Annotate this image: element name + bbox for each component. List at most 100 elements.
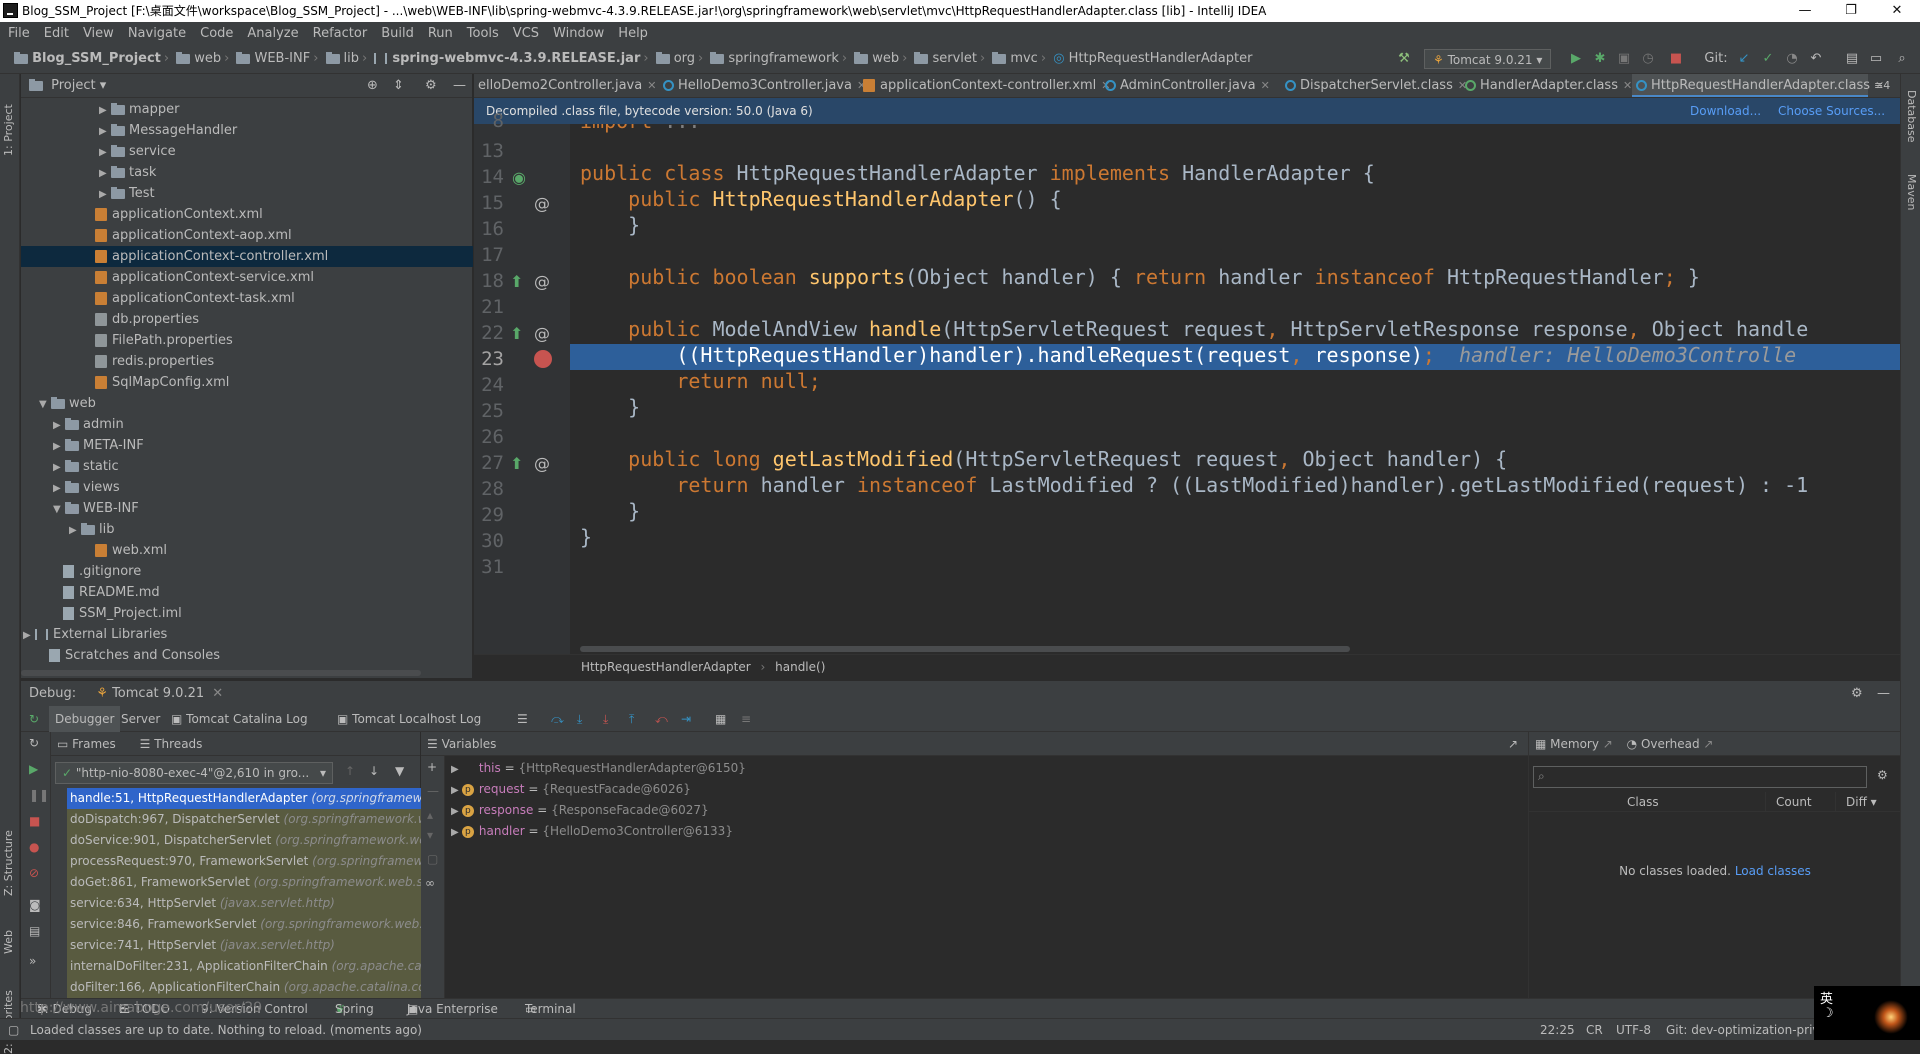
stop-icon[interactable]: ■ xyxy=(1668,51,1684,67)
breadcrumb-jar[interactable]: spring-webmvc-4.3.9.RELEASE.jar xyxy=(392,44,640,74)
search-icon[interactable]: ⌕ xyxy=(1894,51,1910,67)
stack-frame-row[interactable]: service:634, HttpServlet (javax.servlet.… xyxy=(67,893,421,914)
tab-hellodemo3-controller[interactable]: HelloDemo3Controller.java ✕ xyxy=(659,74,866,97)
run-icon[interactable]: ▶ xyxy=(1568,51,1584,67)
rerun-icon[interactable]: ↻ xyxy=(29,706,39,732)
editor-gutter[interactable]: 8 13 14 15 16 17 18 21 22 23 24 25 26 27… xyxy=(474,110,570,654)
overrides-marker-icon[interactable]: ⬆ xyxy=(510,454,523,473)
maven-tool-tab[interactable]: Maven xyxy=(1905,174,1918,210)
maximize-button[interactable]: ❐ xyxy=(1828,0,1874,22)
breadcrumb-mvc[interactable]: mvc xyxy=(1010,44,1038,74)
close-icon[interactable]: ✕ xyxy=(1261,79,1270,92)
menu-edit[interactable]: Edit xyxy=(36,23,75,45)
camera-icon[interactable]: ◙ xyxy=(29,898,41,912)
tree-item[interactable]: ▼ web xyxy=(21,393,473,414)
tree-item[interactable]: applicationContext-task.xml xyxy=(21,288,473,309)
up-arrow-icon[interactable]: ↑ xyxy=(345,764,355,778)
trace-icon[interactable]: ≡ xyxy=(741,706,751,732)
collapsed-arrow-icon[interactable]: ▶ xyxy=(53,415,65,436)
tab-handler-adapter[interactable]: HandlerAdapter.class ✕ xyxy=(1461,74,1632,97)
tree-item[interactable]: FilePath.properties xyxy=(21,330,473,351)
coverage-icon[interactable]: ▣ xyxy=(1616,51,1632,67)
hide-icon[interactable]: — xyxy=(453,74,466,98)
tab-dispatcher-servlet[interactable]: DispatcherServlet.class ✕ xyxy=(1281,74,1467,97)
hide-icon[interactable]: — xyxy=(1877,681,1890,707)
collapsed-arrow-icon[interactable]: ▶ xyxy=(99,142,111,163)
close-icon[interactable]: ✕ xyxy=(212,686,223,701)
ime-indicator[interactable]: 英 xyxy=(1820,988,1833,1007)
debug-session-tab[interactable]: Tomcat 9.0.21 xyxy=(112,686,204,701)
column-class[interactable]: Class xyxy=(1627,792,1659,812)
tree-item[interactable]: applicationContext.xml xyxy=(21,204,473,225)
breadcrumb-lib[interactable]: lib xyxy=(344,44,359,74)
gear-icon[interactable]: ⚙ xyxy=(1877,768,1888,782)
git-update-icon[interactable]: ↙ xyxy=(1736,51,1752,67)
tab-admin-controller[interactable]: AdminController.java ✕ xyxy=(1101,74,1281,97)
stack-frame-row[interactable]: doFilter:166, ApplicationFilterChain (or… xyxy=(67,977,421,998)
stack-frame-row[interactable]: service:846, FrameworkServlet (org.sprin… xyxy=(67,914,421,935)
profile-icon[interactable]: ◷ xyxy=(1640,51,1656,67)
git-commit-icon[interactable]: ✓ xyxy=(1760,51,1776,67)
tree-item[interactable]: db.properties xyxy=(21,309,473,330)
restore-layout-icon[interactable]: ↗ xyxy=(1508,732,1518,756)
collapsed-arrow-icon[interactable]: ▶ xyxy=(451,764,462,775)
collapsed-arrow-icon[interactable]: ▶ xyxy=(53,478,65,499)
thread-selector[interactable]: ✓ "http-nio-8080-exec-4"@2,610 in gro...… xyxy=(55,762,333,784)
breadcrumb-springframework[interactable]: springframework xyxy=(728,44,838,74)
gear-icon[interactable]: ⚙ xyxy=(1851,681,1863,707)
menu-vcs[interactable]: VCS xyxy=(505,23,545,45)
resume-icon[interactable]: ▶ xyxy=(29,762,38,776)
stack-frame-row[interactable]: doService:901, DispatcherServlet (org.sp… xyxy=(67,830,421,851)
menu-file[interactable]: File xyxy=(0,23,36,45)
tree-item[interactable]: SqlMapConfig.xml xyxy=(21,372,473,393)
tree-item[interactable]: ▶ lib xyxy=(21,519,473,540)
menu-help[interactable]: Help xyxy=(610,23,654,45)
tree-item[interactable]: ▼ WEB-INF xyxy=(21,498,473,519)
stack-frame-row[interactable]: doGet:861, FrameworkServlet (org.springf… xyxy=(67,872,421,893)
collapsed-arrow-icon[interactable]: ▶ xyxy=(99,100,111,121)
menu-run[interactable]: Run xyxy=(420,23,459,45)
step-out-icon[interactable]: ⤒ xyxy=(629,706,634,732)
tree-item[interactable]: redis.properties xyxy=(21,351,473,372)
git-branch[interactable]: Git: dev-optimization-priv xyxy=(1666,1019,1820,1041)
frames-tab[interactable]: Frames xyxy=(72,737,116,751)
status-message[interactable]: Loaded classes are up to date. Nothing t… xyxy=(30,1019,422,1041)
drop-frame-icon[interactable]: ⤺ xyxy=(655,706,668,732)
breakpoint-icon[interactable] xyxy=(534,350,552,368)
menu-view[interactable]: View xyxy=(75,23,120,45)
menu-analyze[interactable]: Analyze xyxy=(239,23,304,45)
stack-frame-row[interactable]: doDispatch:967, DispatcherServlet (org.s… xyxy=(67,809,421,830)
force-step-into-icon[interactable]: ⤓ xyxy=(603,706,608,732)
collapsed-arrow-icon[interactable]: ▶ xyxy=(451,827,462,838)
menu-window[interactable]: Window xyxy=(545,23,610,45)
project-structure-icon[interactable]: ▤ xyxy=(1844,51,1860,67)
collapsed-arrow-icon[interactable]: ▶ xyxy=(53,436,65,457)
mute-breakpoints-icon[interactable]: ⊘ xyxy=(29,866,39,880)
restart-icon[interactable]: ↻ xyxy=(29,736,39,750)
collapsed-arrow-icon[interactable]: ▶ xyxy=(23,625,35,646)
tree-item[interactable]: ▶ task xyxy=(21,162,473,183)
breadcrumb-org[interactable]: org xyxy=(674,44,695,74)
git-revert-icon[interactable]: ↶ xyxy=(1808,51,1824,67)
more-icon[interactable]: » xyxy=(29,954,36,968)
menu-code[interactable]: Code xyxy=(192,23,239,45)
show-execution-point-icon[interactable]: ☰ xyxy=(517,706,528,732)
project-view-selector[interactable]: Project xyxy=(51,78,95,93)
tab-tomcat-localhost-log[interactable]: ▣ Tomcat Localhost Log xyxy=(331,706,487,732)
collapsed-arrow-icon[interactable]: ▶ xyxy=(69,520,81,541)
run-config-dropdown[interactable]: ⚘ Tomcat 9.0.21 ▾ xyxy=(1424,49,1552,69)
column-count[interactable]: Count xyxy=(1765,792,1812,812)
run-to-cursor-icon[interactable]: ⇥ xyxy=(681,706,691,732)
tab-overflow-button[interactable]: ≡4 xyxy=(1870,74,1900,97)
breadcrumb-web-pkg[interactable]: web xyxy=(872,44,899,74)
tab-hellodemo2-controller[interactable]: elloDemo2Controller.java ✕ xyxy=(474,74,659,97)
build-hammer-icon[interactable]: ⚒ xyxy=(1396,51,1412,67)
threads-tab[interactable]: Threads xyxy=(154,737,202,751)
collapse-all-icon[interactable]: ⇕ xyxy=(393,74,404,98)
tree-item[interactable]: .gitignore xyxy=(21,561,473,582)
collapsed-arrow-icon[interactable]: ▶ xyxy=(53,457,65,478)
pause-icon[interactable]: ❚❚ xyxy=(29,788,49,802)
editor-horizontal-scrollbar[interactable] xyxy=(580,646,1350,652)
layout-icon[interactable]: ▤ xyxy=(29,924,40,938)
down-arrow-icon[interactable]: ↓ xyxy=(369,764,379,778)
